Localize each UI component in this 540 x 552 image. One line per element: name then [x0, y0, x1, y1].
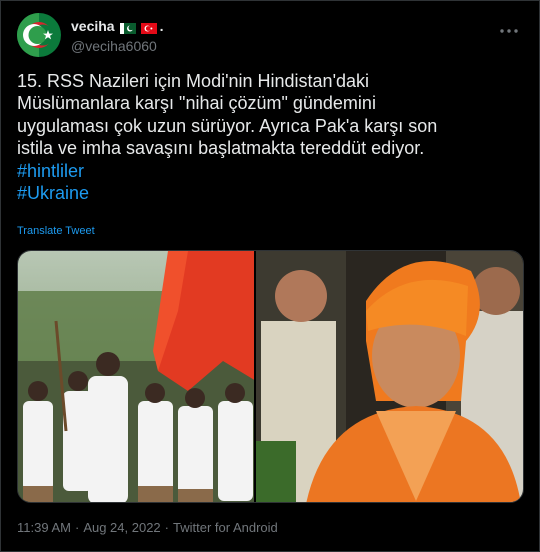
user-handle[interactable]: @veciha6060: [71, 38, 163, 54]
tweet-media: [17, 250, 524, 503]
name-suffix: .: [159, 18, 164, 34]
tweet-text: 15. RSS Nazileri için Modi'nin Hindistan…: [17, 70, 527, 204]
tweet-date[interactable]: Aug 24, 2022: [83, 520, 160, 535]
tweet-text-line: uygulaması çok uzun sürüyor. Ayrıca Pak'…: [17, 115, 438, 136]
hashtag-link[interactable]: #hintliler: [17, 160, 527, 182]
translate-tweet-link[interactable]: Translate Tweet: [17, 225, 95, 237]
hashtag-link[interactable]: #Ukraine: [17, 182, 527, 204]
avatar[interactable]: [17, 13, 61, 57]
tweet-text-line: istila ve imha savaşını başlatmakta tere…: [17, 138, 425, 159]
tweet-card: veciha . @veciha6060 15. RSS Nazileri iç…: [0, 0, 540, 552]
display-name[interactable]: veciha: [71, 18, 115, 34]
photo-portrait[interactable]: [256, 251, 523, 502]
tweet-source[interactable]: Twitter for Android: [173, 520, 278, 535]
meta-separator: ·: [74, 520, 80, 535]
turkey-flag-icon: [140, 21, 157, 34]
crescent-star-avatar-icon: [17, 13, 61, 57]
tweet-text-line: 15. RSS Nazileri için Modi'nin Hindistan…: [17, 71, 370, 91]
tweet-meta: 11:39 AM · Aug 24, 2022 · Twitter for An…: [17, 520, 278, 535]
tweet-header: veciha . @veciha6060: [17, 13, 525, 57]
photo-rally[interactable]: [18, 251, 255, 502]
tweet-time[interactable]: 11:39 AM: [17, 520, 71, 535]
pakistan-flag-icon: [119, 21, 136, 34]
meta-separator: ·: [164, 520, 170, 535]
tweet-text-line: Müslümanlara karşı "nihai çözüm" gündemi…: [17, 93, 376, 114]
more-options-icon[interactable]: [499, 21, 519, 41]
